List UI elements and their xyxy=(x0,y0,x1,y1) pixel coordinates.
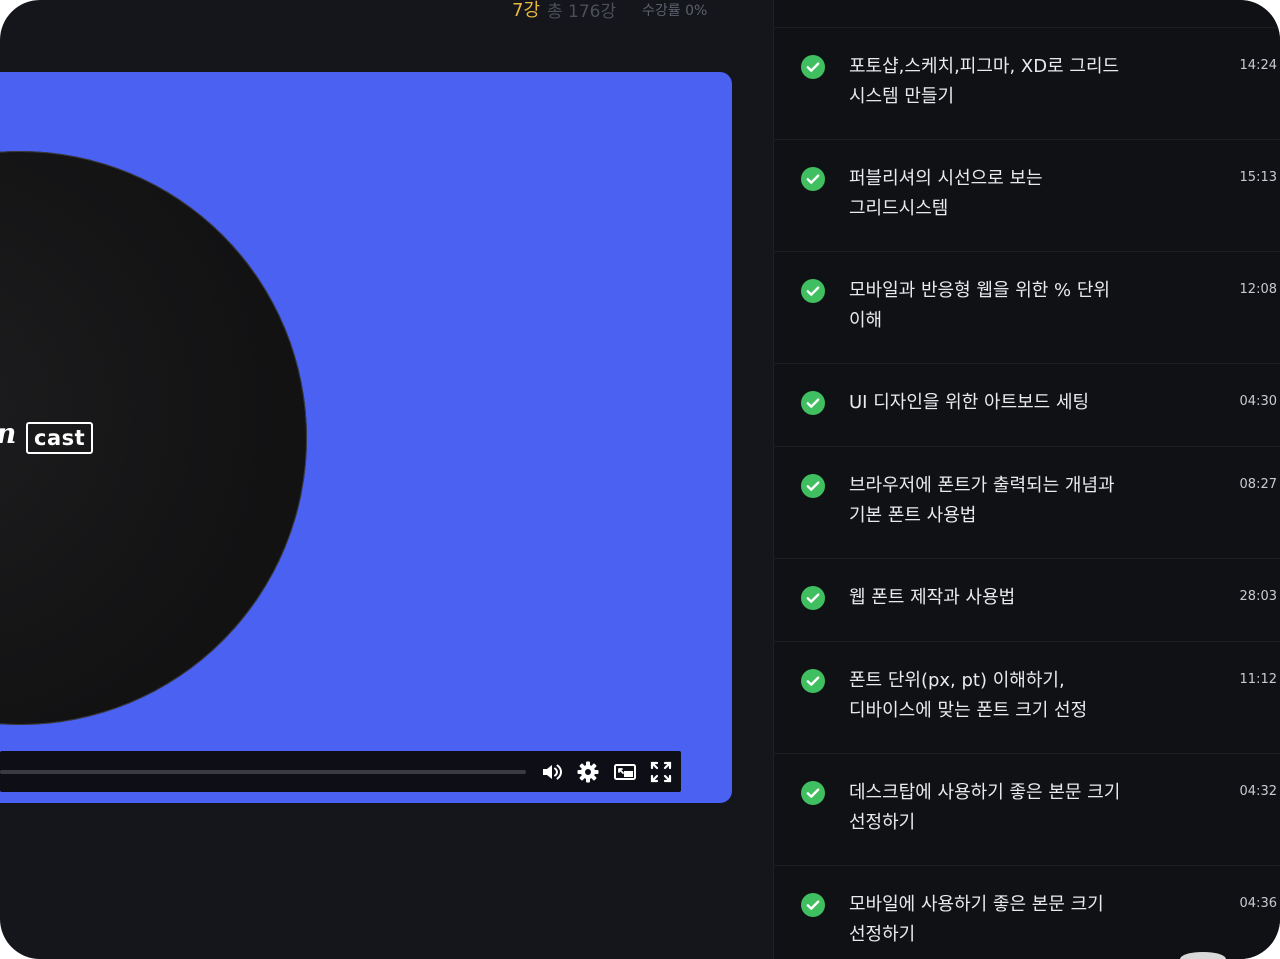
lesson-title: UI 디자인을 위한 아트보드 세팅 xyxy=(849,392,1090,413)
completed-check-icon xyxy=(801,586,825,610)
completed-check-icon xyxy=(801,781,825,805)
completed-check-icon xyxy=(801,669,825,693)
lesson-duration: 04:32 xyxy=(1239,784,1277,799)
lesson-item[interactable]: 브라우저에 폰트가 출력되는 개념과 기본 폰트 사용법 08:27 xyxy=(774,446,1280,559)
app-frame: 7강 총 176강 수강률 0% n cast xyxy=(0,0,1280,959)
player-controls xyxy=(0,751,681,792)
lesson-item[interactable]: UI 디자인을 위한 아트보드 세팅 04:30 xyxy=(774,363,1280,447)
lesson-duration: 15:13 xyxy=(1239,170,1277,185)
lesson-item[interactable]: 모바일에 사용하기 좋은 본문 크기 선정하기 04:36 xyxy=(774,865,1280,959)
completed-check-icon xyxy=(801,279,825,303)
lesson-item[interactable]: 퍼블리셔의 시선으로 보는 그리드시스템 15:13 xyxy=(774,139,1280,252)
logo-cast-badge: cast xyxy=(26,422,94,454)
lesson-title: 웹 폰트 제작과 사용법 xyxy=(849,587,1016,608)
video-player[interactable]: n cast xyxy=(0,72,732,803)
lesson-title: 모바일에 사용하기 좋은 본문 크기 선정하기 xyxy=(849,894,1104,945)
lesson-duration: 11:12 xyxy=(1239,672,1277,687)
lesson-item[interactable]: 데스크탑에 사용하기 좋은 본문 크기 선정하기 04:32 xyxy=(774,753,1280,866)
lesson-title: 퍼블리셔의 시선으로 보는 그리드시스템 xyxy=(849,168,1043,219)
lesson-item[interactable]: 모바일과 반응형 웹을 위한 % 단위 이해 12:08 xyxy=(774,251,1280,364)
lesson-duration: 04:36 xyxy=(1239,896,1277,911)
completion-rate: 수강률 0% xyxy=(642,3,708,19)
volume-icon[interactable] xyxy=(540,760,564,784)
picture-in-picture-icon[interactable] xyxy=(613,760,637,784)
lesson-duration: 14:24 xyxy=(1239,58,1277,73)
completed-check-icon xyxy=(801,55,825,79)
lesson-title: 포토샵,스케치,피그마, XD로 그리드 시스템 만들기 xyxy=(849,56,1120,107)
completed-check-icon xyxy=(801,391,825,415)
lesson-item[interactable]: 폰트 단위(px, pt) 이해하기, 디바이스에 맞는 폰트 크기 선정 11:1… xyxy=(774,641,1280,754)
lesson-duration: 28:03 xyxy=(1239,589,1277,604)
completed-check-icon xyxy=(801,474,825,498)
settings-gear-icon[interactable] xyxy=(576,760,600,784)
fullscreen-icon[interactable] xyxy=(649,760,673,784)
lesson-title: 폰트 단위(px, pt) 이해하기, 디바이스에 맞는 폰트 크기 선정 xyxy=(849,670,1088,721)
course-progress-header: 7강 총 176강 수강률 0% xyxy=(0,0,773,26)
completed-check-icon xyxy=(801,167,825,191)
lesson-title: 데스크탑에 사용하기 좋은 본문 크기 선정하기 xyxy=(849,782,1121,833)
lesson-item[interactable]: 포토샵,스케치,피그마, XD로 그리드 시스템 만들기 14:24 xyxy=(774,27,1280,140)
seek-bar[interactable] xyxy=(0,770,526,774)
completed-check-icon xyxy=(801,893,825,917)
lesson-duration: 04:30 xyxy=(1239,394,1277,409)
lesson-item[interactable]: 웹 폰트 제작과 사용법 28:03 xyxy=(774,558,1280,642)
lesson-title: 모바일과 반응형 웹을 위한 % 단위 이해 xyxy=(849,280,1110,331)
current-lesson-label: 7강 xyxy=(512,0,541,21)
lesson-duration: 08:27 xyxy=(1239,477,1277,492)
total-lessons-label: 총 176강 xyxy=(547,2,617,22)
lesson-title: 브라우저에 폰트가 출력되는 개념과 기본 폰트 사용법 xyxy=(849,475,1115,526)
logo-text-partial: n xyxy=(0,417,16,450)
lesson-sidebar: 포토샵,스케치,피그마, XD로 그리드 시스템 만들기 14:24 퍼블리셔의 시선… xyxy=(773,0,1280,959)
lesson-duration: 12:08 xyxy=(1239,282,1277,297)
scroll-handle xyxy=(1180,952,1226,959)
